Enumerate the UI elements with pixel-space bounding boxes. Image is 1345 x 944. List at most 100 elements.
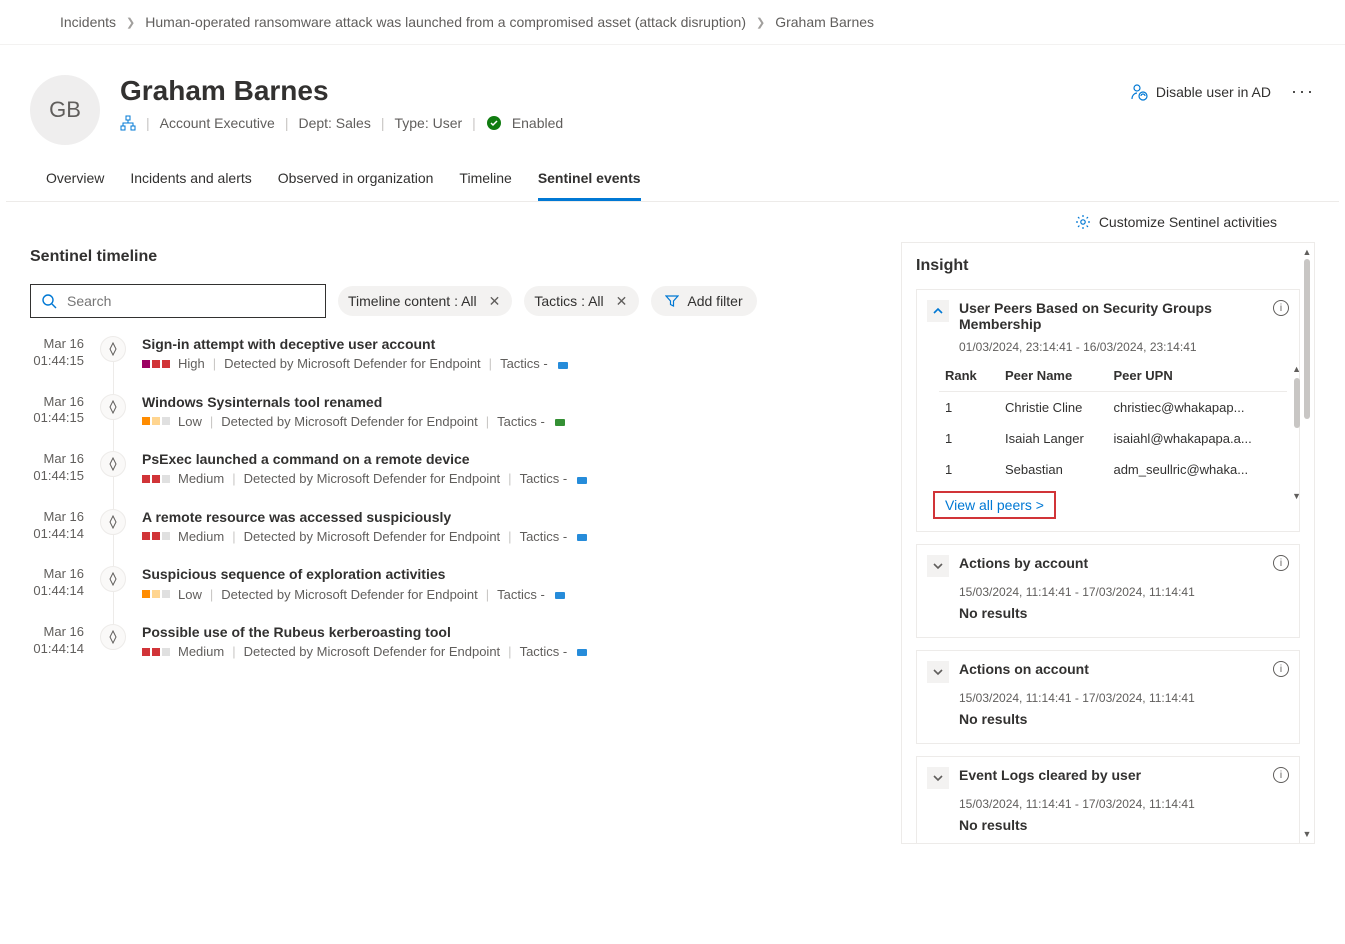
- timeline-connector: [113, 477, 114, 509]
- timeline-item[interactable]: Mar 1601:44:14 Possible use of the Rubeus…: [30, 624, 875, 660]
- scroll-thumb[interactable]: [1294, 378, 1300, 428]
- tab-observed-in-organization[interactable]: Observed in organization: [278, 170, 434, 201]
- event-title: Suspicious sequence of exploration activ…: [142, 566, 875, 582]
- event-tactics: Tactics -: [497, 587, 545, 602]
- table-row[interactable]: 1Sebastianadm_seullric@whaka...: [939, 454, 1287, 485]
- event-detected-by: Detected by Microsoft Defender for Endpo…: [224, 356, 481, 371]
- expand-toggle[interactable]: [927, 555, 949, 577]
- tactic-icon: [575, 644, 589, 660]
- event-severity: Medium: [178, 529, 224, 544]
- hierarchy-icon[interactable]: [120, 115, 136, 131]
- card-date-range: 15/03/2024, 11:14:41 - 17/03/2024, 11:14…: [917, 797, 1299, 817]
- add-filter-button[interactable]: Add filter: [651, 286, 756, 316]
- event-date: Mar 1601:44:15: [30, 336, 84, 372]
- lightning-icon: [100, 394, 126, 420]
- expand-toggle[interactable]: [927, 661, 949, 683]
- timeline-connector: [113, 535, 114, 567]
- breadcrumb-leaf: Graham Barnes: [775, 14, 874, 30]
- info-icon[interactable]: i: [1273, 555, 1289, 571]
- event-detected-by: Detected by Microsoft Defender for Endpo…: [221, 414, 478, 429]
- timeline-title: Sentinel timeline: [30, 248, 875, 266]
- card-result: No results: [959, 605, 1287, 625]
- tab-overview[interactable]: Overview: [46, 170, 104, 201]
- timeline-item[interactable]: Mar 1601:44:14Suspicious sequence of exp…: [30, 566, 875, 602]
- scroll-down-arrow[interactable]: ▼: [1303, 829, 1312, 839]
- clear-filter-icon[interactable]: ✕: [487, 293, 503, 310]
- timeline-item[interactable]: Mar 1601:44:15Sign-in attempt with decep…: [30, 336, 875, 372]
- expand-toggle[interactable]: [927, 767, 949, 789]
- chevron-right-icon: ❯: [756, 16, 765, 29]
- customize-label: Customize Sentinel activities: [1099, 214, 1277, 230]
- timeline-connector: [113, 362, 114, 394]
- info-icon[interactable]: i: [1273, 661, 1289, 677]
- event-tactics: Tactics -: [497, 414, 545, 429]
- peers-table: Rank Peer Name Peer UPN 1Christie Clinec…: [939, 360, 1287, 485]
- breadcrumb-root[interactable]: Incidents: [60, 14, 116, 30]
- card-result: No results: [959, 817, 1287, 837]
- view-all-peers-link[interactable]: View all peers >: [945, 497, 1044, 513]
- severity-icon: [142, 475, 170, 483]
- search-field[interactable]: [65, 292, 315, 310]
- search-input[interactable]: [30, 284, 326, 318]
- panel-scrollbar[interactable]: ▲ ▼: [1302, 247, 1312, 839]
- user-status: Enabled: [512, 115, 563, 131]
- scroll-up-arrow[interactable]: ▲: [1303, 247, 1312, 257]
- timeline-item[interactable]: Mar 1601:44:14A remote resource was acce…: [30, 509, 875, 545]
- insight-title: Insight: [916, 257, 1300, 275]
- lightning-icon: [100, 451, 126, 477]
- event-tactics: Tactics -: [520, 529, 568, 544]
- col-upn[interactable]: Peer UPN: [1107, 360, 1287, 392]
- severity-icon: [142, 648, 170, 656]
- filter-timeline-content[interactable]: Timeline content : All ✕: [338, 286, 512, 316]
- table-row[interactable]: 1Isaiah Langerisaiahl@whakapapa.a...: [939, 423, 1287, 454]
- clear-filter-icon[interactable]: ✕: [614, 293, 630, 310]
- insight-card: Actions on accounti15/03/2024, 11:14:41 …: [916, 650, 1300, 744]
- add-filter-label: Add filter: [687, 293, 742, 309]
- disable-user-button[interactable]: Disable user in AD: [1130, 83, 1271, 101]
- event-title: PsExec launched a command on a remote de…: [142, 451, 875, 467]
- tab-incidents-and-alerts[interactable]: Incidents and alerts: [130, 170, 251, 201]
- event-detected-by: Detected by Microsoft Defender for Endpo…: [244, 529, 501, 544]
- info-icon[interactable]: i: [1273, 300, 1289, 316]
- tactic-icon: [556, 356, 570, 372]
- timeline-item[interactable]: Mar 1601:44:15Windows Sysinternals tool …: [30, 394, 875, 430]
- event-detected-by: Detected by Microsoft Defender for Endpo…: [221, 587, 478, 602]
- more-actions-button[interactable]: ···: [1291, 81, 1315, 102]
- event-title: Possible use of the Rubeus kerberoasting…: [142, 624, 875, 640]
- scroll-up-arrow[interactable]: ▲: [1292, 364, 1301, 374]
- tab-sentinel-events[interactable]: Sentinel events: [538, 170, 641, 201]
- severity-icon: [142, 590, 170, 598]
- page-title: Graham Barnes: [120, 75, 563, 107]
- filter-content-label: Timeline content : All: [348, 293, 477, 309]
- breadcrumb-incident[interactable]: Human-operated ransomware attack was lau…: [145, 14, 746, 30]
- check-circle-icon: [486, 115, 502, 131]
- peers-card: User Peers Based on Security Groups Memb…: [916, 289, 1300, 532]
- severity-icon: [142, 532, 170, 540]
- filter-tactics[interactable]: Tactics : All ✕: [524, 286, 639, 316]
- scroll-thumb[interactable]: [1304, 259, 1310, 419]
- event-detected-by: Detected by Microsoft Defender for Endpo…: [244, 644, 501, 659]
- tabs: Overview Incidents and alerts Observed in …: [6, 145, 1339, 202]
- timeline-item[interactable]: Mar 1601:44:15PsExec launched a command …: [30, 451, 875, 487]
- event-title: A remote resource was accessed suspiciou…: [142, 509, 875, 525]
- event-date: Mar 1601:44:14: [30, 624, 84, 660]
- tactic-icon: [553, 414, 567, 430]
- insight-card-title: Actions by account: [959, 555, 1088, 571]
- event-date: Mar 1601:44:15: [30, 394, 84, 430]
- collapse-toggle[interactable]: [927, 300, 949, 322]
- peer-rank: 1: [939, 392, 999, 424]
- peer-name: Isaiah Langer: [999, 423, 1107, 454]
- table-row[interactable]: 1Christie Clinechristiec@whakapap...: [939, 392, 1287, 424]
- customize-activities-button[interactable]: Customize Sentinel activities: [1075, 214, 1277, 230]
- severity-icon: [142, 360, 170, 368]
- tab-timeline[interactable]: Timeline: [459, 170, 511, 201]
- timeline-list: Mar 1601:44:15Sign-in attempt with decep…: [30, 336, 875, 659]
- scroll-down-arrow[interactable]: ▼: [1292, 491, 1301, 501]
- tactic-icon: [575, 529, 589, 545]
- col-name[interactable]: Peer Name: [999, 360, 1107, 392]
- info-icon[interactable]: i: [1273, 767, 1289, 783]
- event-severity: Medium: [178, 644, 224, 659]
- peer-rank: 1: [939, 454, 999, 485]
- peer-upn: isaiahl@whakapapa.a...: [1107, 423, 1287, 454]
- col-rank[interactable]: Rank: [939, 360, 999, 392]
